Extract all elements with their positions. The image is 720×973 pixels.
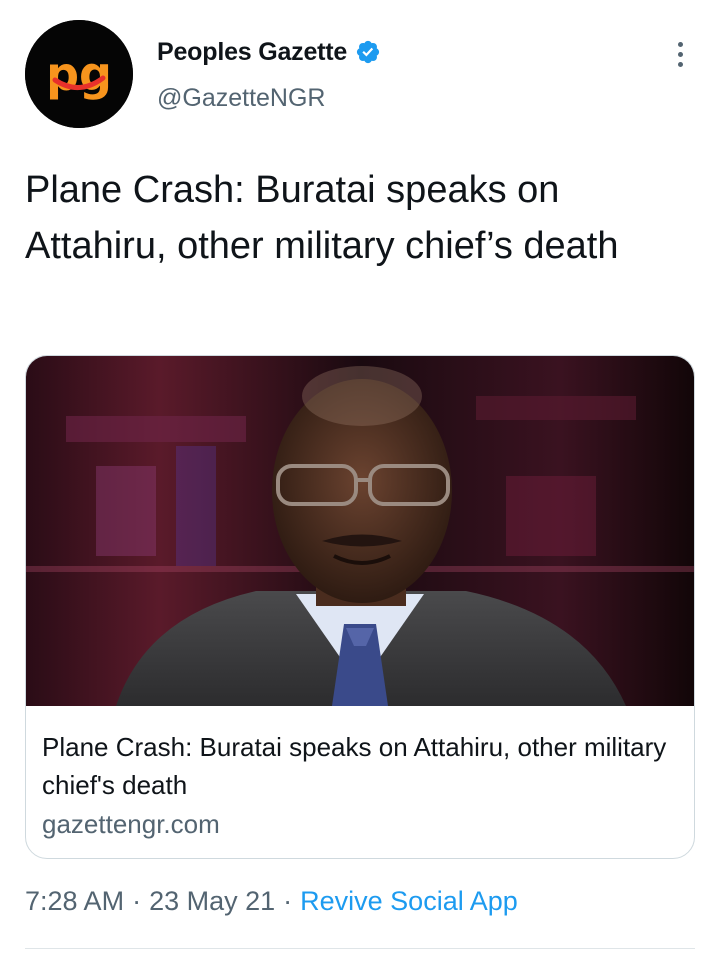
- divider: [25, 948, 695, 949]
- tweet: pg Peoples Gazette @GazetteNGR Plane Cra…: [0, 0, 720, 973]
- meta-separator: ·: [132, 886, 142, 916]
- tweet-time[interactable]: 7:28 AM: [25, 886, 124, 916]
- more-dot: [677, 41, 683, 47]
- avatar-logo: pg: [25, 20, 133, 128]
- handle[interactable]: @GazetteNGR: [157, 84, 325, 113]
- card-title[interactable]: Plane Crash: Buratai speaks on Attahiru,…: [42, 728, 672, 804]
- more-vertical-icon[interactable]: [666, 36, 694, 72]
- source-app-link[interactable]: Revive Social App: [300, 886, 518, 916]
- display-name[interactable]: Peoples Gazette: [157, 38, 347, 67]
- card-image[interactable]: [26, 356, 694, 706]
- name-row: Peoples Gazette: [157, 34, 381, 70]
- article-photo: [26, 356, 694, 706]
- more-dot: [677, 61, 683, 67]
- tweet-date[interactable]: 23 May 21: [149, 886, 275, 916]
- tweet-text: Plane Crash: Buratai speaks on Attahiru,…: [25, 169, 619, 267]
- tweet-meta: 7:28 AM · 23 May 21 · Revive Social App: [25, 886, 518, 917]
- link-card[interactable]: Plane Crash: Buratai speaks on Attahiru,…: [25, 355, 695, 859]
- svg-text:pg: pg: [46, 47, 112, 101]
- verified-badge-icon: [357, 40, 380, 64]
- avatar[interactable]: pg: [25, 20, 133, 128]
- card-domain[interactable]: gazettengr.com: [42, 809, 220, 840]
- meta-separator: ·: [283, 886, 293, 916]
- more-dot: [677, 51, 683, 57]
